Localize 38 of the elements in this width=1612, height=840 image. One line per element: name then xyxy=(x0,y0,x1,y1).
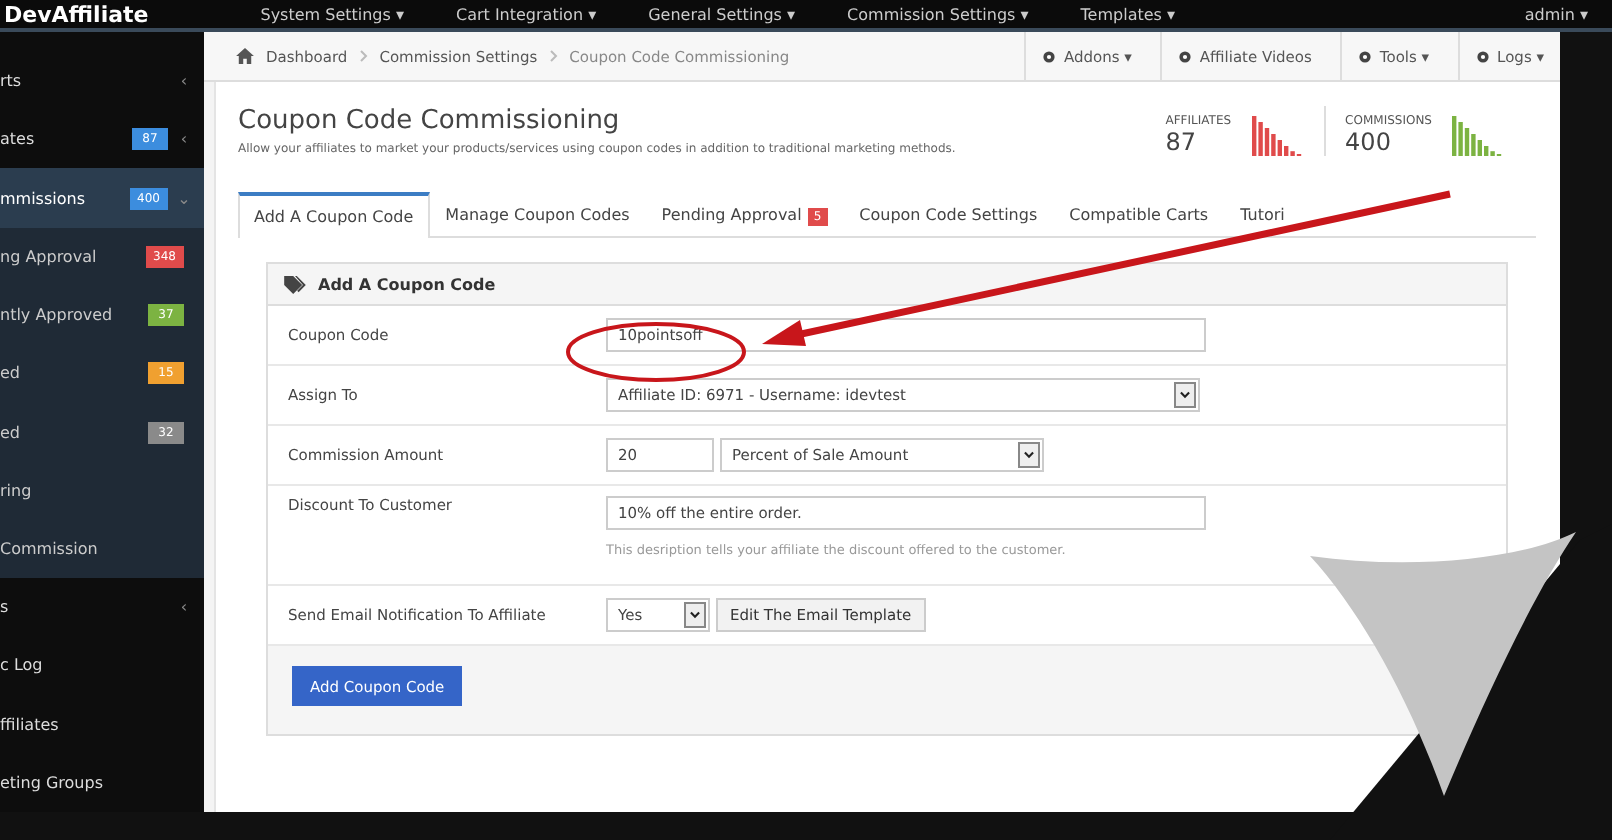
nav-menu[interactable]: Commission Settings ▾ xyxy=(847,5,1029,23)
logo: DevAffiliate xyxy=(4,1,149,27)
stat-value: 400 xyxy=(1345,128,1393,156)
caret-icon: ⌄ xyxy=(176,189,192,208)
home-icon xyxy=(236,48,254,64)
sidebar-item[interactable]: Commission xyxy=(0,519,204,579)
sidebar-item[interactable]: rts ‹ xyxy=(0,52,204,111)
nav-menu[interactable]: General Settings ▾ xyxy=(648,5,796,23)
caret-icon: ‹ xyxy=(176,72,192,91)
nav-menu[interactable]: Cart Integration ▾ xyxy=(455,5,597,23)
toolbar-icon xyxy=(1041,49,1056,63)
chevron-icon xyxy=(1174,382,1196,408)
page-title: Coupon Code Commissioning xyxy=(238,106,622,136)
tab[interactable]: Tutori xyxy=(1224,192,1301,236)
chevron-icon xyxy=(359,50,368,62)
tags-icon xyxy=(284,275,306,293)
chevron-icon xyxy=(1018,442,1040,468)
nav-menu[interactable]: Templates ▾ xyxy=(1080,5,1176,23)
stat-value: 87 xyxy=(1165,128,1199,156)
caret-icon: ‹ xyxy=(176,598,192,617)
toolbar-icon xyxy=(1475,49,1490,63)
nav-menu[interactable]: System Settings ▾ xyxy=(260,5,404,23)
sidebar-item[interactable]: ffiliates xyxy=(0,695,204,754)
sidebar-item[interactable]: eting Groups xyxy=(0,753,204,813)
caret-icon: ‹ xyxy=(176,130,192,149)
tab[interactable]: Coupon Code Settings xyxy=(843,192,1054,236)
user-menu[interactable]: admin ▾ xyxy=(1524,5,1588,23)
tab[interactable]: Add A Coupon Code xyxy=(238,192,430,238)
panel-title: Add A Coupon Code xyxy=(318,275,496,293)
tab[interactable]: Manage Coupon Codes xyxy=(429,192,646,236)
toolbar-icon xyxy=(1357,49,1372,63)
toolbar-icon xyxy=(1177,49,1192,63)
sidebar-item[interactable]: ring xyxy=(0,461,204,520)
tab[interactable]: Compatible Carts xyxy=(1053,192,1225,236)
chevron-icon xyxy=(684,602,706,628)
sidebar-item[interactable]: s ‹ xyxy=(0,578,204,637)
chevron-icon xyxy=(549,50,558,62)
sidebar-item[interactable]: c Log xyxy=(0,636,204,696)
